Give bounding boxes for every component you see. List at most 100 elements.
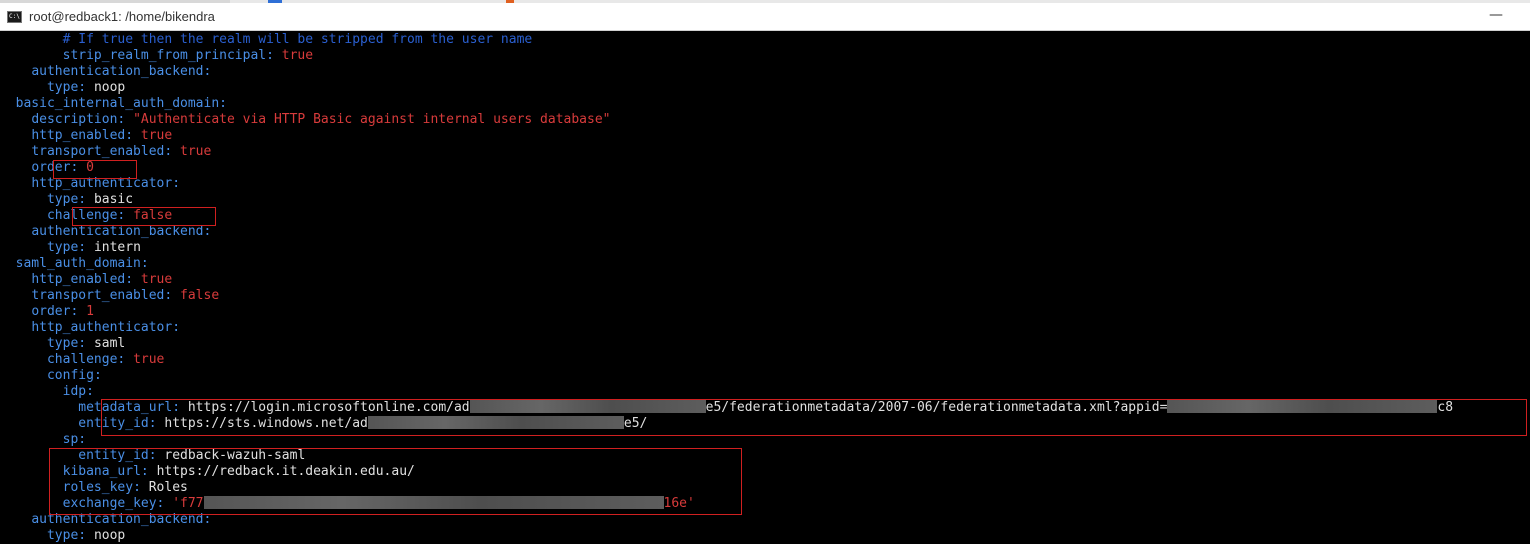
terminal-line: type: saml — [0, 336, 125, 352]
terminal-line: transport_enabled: true — [0, 144, 211, 160]
title-bar[interactable]: C:\ root@redback1: /home/bikendra — — [0, 3, 1530, 31]
terminal-line: type: noop — [0, 528, 125, 544]
yaml-separator: : — [172, 176, 181, 191]
yaml-value: noop — [93, 80, 126, 95]
terminal-line: strip_realm_from_principal: true — [0, 48, 313, 64]
yaml-key: http_enabled — [31, 128, 126, 143]
terminal-line: basic_internal_auth_domain: — [0, 96, 227, 112]
window-title: root@redback1: /home/bikendra — [29, 9, 215, 24]
terminal-line: challenge: true — [0, 352, 164, 368]
yaml-key: idp — [62, 384, 87, 399]
yaml-key: type — [46, 528, 79, 543]
yaml-key: authentication_backend — [31, 64, 204, 79]
yaml-separator: : — [78, 528, 87, 543]
yaml-key: config — [46, 368, 94, 383]
yaml-key: http_enabled — [31, 272, 126, 287]
terminal-line: http_enabled: true — [0, 272, 172, 288]
highlight-box-sp — [49, 448, 742, 515]
yaml-comment: # If true then the realm will be strippe… — [62, 32, 533, 47]
yaml-key: type — [46, 192, 79, 207]
terminal-line: type: basic — [0, 192, 133, 208]
highlight-box-order — [53, 160, 137, 179]
terminal-line: idp: — [0, 384, 94, 400]
yaml-value: 1 — [86, 304, 94, 319]
yaml-key: sp — [62, 432, 79, 447]
terminal-line: http_enabled: true — [0, 128, 172, 144]
yaml-value: basic — [93, 192, 134, 207]
yaml-value: intern — [93, 240, 141, 255]
yaml-separator: : — [78, 240, 87, 255]
yaml-key: transport_enabled — [31, 144, 165, 159]
yaml-separator: : — [86, 384, 94, 399]
highlight-box-challenge — [72, 207, 216, 226]
terminal-line: type: noop — [0, 80, 125, 96]
yaml-value: true — [140, 272, 173, 287]
yaml-key: http_authenticator — [31, 320, 173, 335]
yaml-key: order — [31, 304, 71, 319]
cmd-terminal-icon: C:\ — [7, 11, 22, 23]
yaml-key: type — [46, 240, 79, 255]
yaml-separator: : — [125, 128, 134, 143]
terminal-line: http_authenticator: — [0, 320, 180, 336]
terminal-line: order: 1 — [0, 304, 94, 320]
yaml-value: true — [180, 144, 212, 159]
yaml-key: transport_enabled — [31, 288, 165, 303]
terminal-line: authentication_backend: — [0, 64, 211, 80]
terminal-line: type: intern — [0, 240, 141, 256]
yaml-separator: : — [219, 96, 227, 111]
yaml-value: saml — [93, 336, 126, 351]
yaml-separator: : — [93, 368, 102, 383]
yaml-key: type — [46, 80, 79, 95]
yaml-separator: : — [78, 80, 87, 95]
yaml-key: description — [31, 112, 118, 127]
minimize-button[interactable]: — — [1486, 5, 1506, 27]
yaml-separator: : — [203, 224, 212, 239]
yaml-separator: : — [125, 272, 134, 287]
yaml-key: challenge — [46, 352, 118, 367]
highlight-box-idp — [101, 399, 1527, 436]
yaml-key: basic_internal_auth_domain — [15, 96, 220, 111]
yaml-value: true — [140, 128, 173, 143]
yaml-separator: : — [140, 256, 149, 271]
yaml-separator: : — [203, 64, 212, 79]
terminal-line: saml_auth_domain: — [0, 256, 149, 272]
yaml-value: noop — [93, 528, 126, 543]
yaml-separator: : — [78, 432, 87, 447]
yaml-separator: : — [266, 48, 274, 63]
terminal-line: authentication_backend: — [0, 224, 211, 240]
